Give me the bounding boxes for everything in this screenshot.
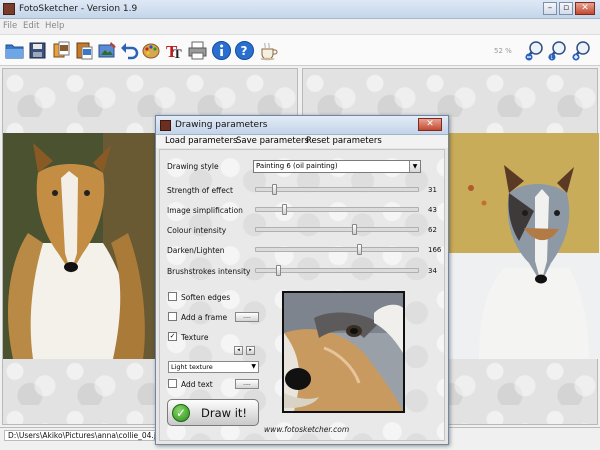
save-icon[interactable] bbox=[27, 40, 48, 61]
restore-button[interactable]: ▫ bbox=[559, 2, 573, 15]
zoom-in-icon[interactable] bbox=[571, 40, 592, 61]
title-bar: FotoSketcher - Version 1.9 – ▫ ✕ bbox=[0, 0, 600, 19]
file-path: D:\Users\Akiko\Pictures\anna\collie_04.j… bbox=[4, 430, 170, 441]
colour-intensity-slider[interactable] bbox=[255, 224, 419, 235]
menu-save-parameters[interactable]: Save parameters bbox=[236, 136, 309, 146]
texture-select-value: Light texture bbox=[171, 363, 213, 371]
soften-edges-label: Soften edges bbox=[181, 293, 231, 302]
undo-icon[interactable] bbox=[119, 40, 140, 61]
menu-reset-parameters[interactable]: Reset parameters bbox=[306, 136, 382, 146]
website-link[interactable]: www.fotosketcher.com bbox=[264, 425, 349, 434]
add-frame-label: Add a frame bbox=[181, 313, 228, 322]
frame-options-button[interactable]: .... bbox=[235, 312, 259, 322]
minimize-button[interactable]: – bbox=[543, 2, 557, 15]
colour-intensity-value: 62 bbox=[428, 226, 437, 234]
darken-lighten-slider-thumb[interactable] bbox=[357, 244, 362, 255]
menu-file[interactable]: File bbox=[3, 21, 17, 31]
result-painting bbox=[449, 133, 599, 359]
process-icon[interactable] bbox=[97, 40, 118, 61]
original-photo bbox=[3, 133, 163, 359]
dialog-app-icon bbox=[160, 120, 171, 131]
brushstrokes-slider-thumb[interactable] bbox=[276, 265, 281, 276]
palette-icon[interactable] bbox=[141, 40, 162, 61]
draw-it-button[interactable]: ✓ Draw it! bbox=[167, 399, 259, 426]
brushstrokes-label: Brushstrokes intensity bbox=[167, 267, 251, 276]
paste-icon[interactable] bbox=[74, 40, 95, 61]
open-folder-icon[interactable] bbox=[4, 40, 25, 61]
simplification-value: 43 bbox=[428, 206, 437, 214]
brushstrokes-slider[interactable] bbox=[255, 265, 419, 276]
close-button[interactable]: ✕ bbox=[575, 2, 595, 15]
copy-icon[interactable] bbox=[51, 40, 72, 61]
strength-value: 31 bbox=[428, 186, 437, 194]
svg-text:T: T bbox=[173, 46, 182, 61]
app-icon bbox=[3, 3, 15, 15]
menu-bar: File Edit Help bbox=[0, 19, 600, 34]
zoom-out-icon[interactable] bbox=[524, 40, 545, 61]
preview-image[interactable] bbox=[282, 291, 405, 413]
darken-lighten-label: Darken/Lighten bbox=[167, 246, 225, 255]
texture-next-button[interactable]: ▸ bbox=[246, 346, 255, 355]
darken-lighten-value: 166 bbox=[428, 246, 442, 254]
add-text-label: Add text bbox=[181, 380, 213, 389]
drawing-style-select[interactable]: Painting 6 (oil painting) ▼ bbox=[253, 160, 421, 173]
chevron-down-icon[interactable]: ▼ bbox=[251, 362, 256, 372]
drawing-style-label: Drawing style bbox=[167, 162, 219, 171]
menu-help[interactable]: Help bbox=[45, 21, 64, 31]
draw-it-label: Draw it! bbox=[201, 406, 248, 420]
svg-text:?: ? bbox=[241, 44, 248, 58]
texture-select[interactable]: Light texture ▼ bbox=[168, 361, 259, 373]
info-icon[interactable] bbox=[211, 40, 232, 61]
dialog-body: Drawing style Painting 6 (oil painting) … bbox=[159, 149, 445, 441]
dialog-close-button[interactable]: ✕ bbox=[418, 118, 442, 131]
simplification-slider[interactable] bbox=[255, 204, 419, 215]
add-frame-checkbox[interactable] bbox=[168, 312, 177, 321]
zoom-fit-icon[interactable]: 1 bbox=[547, 40, 568, 61]
menu-edit[interactable]: Edit bbox=[23, 21, 39, 31]
colour-intensity-label: Colour intensity bbox=[167, 226, 227, 235]
coffee-icon[interactable] bbox=[258, 40, 279, 61]
simplification-slider-thumb[interactable] bbox=[282, 204, 287, 215]
soften-edges-checkbox[interactable] bbox=[168, 292, 177, 301]
strength-slider[interactable] bbox=[255, 184, 419, 195]
texture-label: Texture bbox=[181, 333, 209, 342]
drawing-parameters-dialog: Drawing parameters ✕ Load parameters Sav… bbox=[155, 115, 449, 445]
darken-lighten-slider[interactable] bbox=[255, 244, 419, 255]
chevron-down-icon[interactable]: ▼ bbox=[409, 161, 420, 172]
colour-intensity-slider-thumb[interactable] bbox=[352, 224, 357, 235]
checkmark-icon: ✓ bbox=[172, 404, 190, 422]
dialog-menu-bar: Load parameters Save parameters Reset pa… bbox=[156, 135, 448, 148]
strength-slider-thumb[interactable] bbox=[272, 184, 277, 195]
drawing-style-value: Painting 6 (oil painting) bbox=[256, 162, 338, 170]
help-icon[interactable]: ? bbox=[234, 40, 255, 61]
dialog-title: Drawing parameters bbox=[175, 120, 268, 130]
svg-text:1: 1 bbox=[550, 55, 553, 61]
window-title: FotoSketcher - Version 1.9 bbox=[19, 4, 138, 14]
texture-prev-button[interactable]: ◂ bbox=[234, 346, 243, 355]
text-options-button[interactable]: .... bbox=[235, 379, 259, 389]
print-icon[interactable] bbox=[187, 40, 208, 61]
brushstrokes-value: 34 bbox=[428, 267, 437, 275]
text-icon[interactable]: TT bbox=[164, 40, 185, 61]
texture-checkbox[interactable]: ✓ bbox=[168, 332, 177, 341]
toolbar: TT ? 52 % 1 bbox=[0, 34, 600, 66]
add-text-checkbox[interactable] bbox=[168, 379, 177, 388]
menu-load-parameters[interactable]: Load parameters bbox=[165, 136, 237, 146]
strength-label: Strength of effect bbox=[167, 186, 233, 195]
dialog-title-bar[interactable]: Drawing parameters ✕ bbox=[156, 116, 448, 135]
simplification-label: Image simplification bbox=[167, 206, 243, 215]
zoom-level: 52 % bbox=[494, 47, 512, 55]
